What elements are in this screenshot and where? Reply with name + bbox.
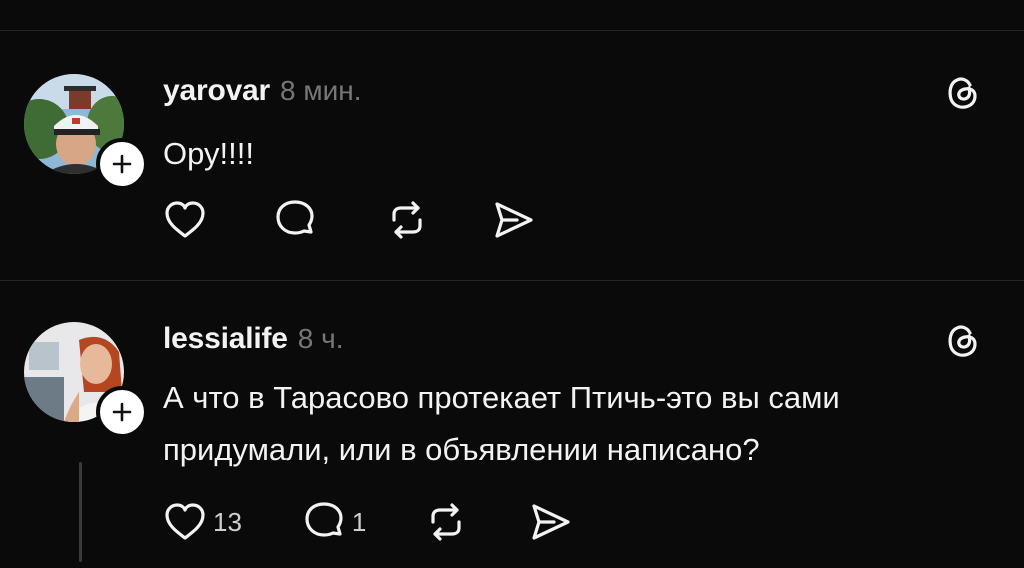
post-header: lessialife 8 ч. xyxy=(163,322,343,356)
avatar-yarovar[interactable] xyxy=(24,74,148,190)
reply-count: 1 xyxy=(351,506,367,537)
plus-icon xyxy=(112,402,132,422)
threads-icon[interactable] xyxy=(940,70,984,114)
post-divider xyxy=(0,280,1024,281)
heart-icon xyxy=(165,201,205,238)
timestamp: 8 мин. xyxy=(280,75,362,106)
share-icon xyxy=(532,504,570,540)
comment-icon xyxy=(305,502,343,537)
username[interactable]: lessialife xyxy=(163,322,288,356)
heart-icon xyxy=(165,503,205,540)
post-header: yarovar 8 мин. xyxy=(163,74,362,108)
repost-icon xyxy=(431,503,461,541)
reply-button[interactable]: 1 xyxy=(302,500,366,544)
like-button[interactable]: 13 xyxy=(163,500,242,544)
post-text: Ору!!!! xyxy=(163,136,254,171)
username[interactable]: yarovar xyxy=(163,74,270,108)
plus-icon xyxy=(112,154,132,174)
like-button[interactable] xyxy=(163,198,213,242)
timestamp: 8 ч. xyxy=(297,323,344,354)
repost-icon xyxy=(392,201,422,239)
share-button[interactable] xyxy=(491,198,535,242)
post-text: А что в Тарасово протекает Птичь-это вы … xyxy=(163,380,840,467)
post-actions: 13 1 xyxy=(163,500,572,544)
avatar-lessialife[interactable] xyxy=(24,322,148,438)
like-count: 13 xyxy=(213,506,242,537)
repost-button[interactable] xyxy=(385,198,429,242)
follow-plus-button[interactable] xyxy=(96,386,148,438)
threads-icon[interactable] xyxy=(940,318,984,362)
follow-plus-button[interactable] xyxy=(96,138,148,190)
comment-icon xyxy=(276,200,314,235)
post-actions xyxy=(163,198,535,242)
top-divider xyxy=(0,30,1024,31)
reply-button[interactable] xyxy=(273,198,323,242)
thread-line xyxy=(79,462,82,562)
share-button[interactable] xyxy=(528,500,572,544)
repost-button[interactable] xyxy=(424,500,468,544)
share-icon xyxy=(495,202,533,238)
